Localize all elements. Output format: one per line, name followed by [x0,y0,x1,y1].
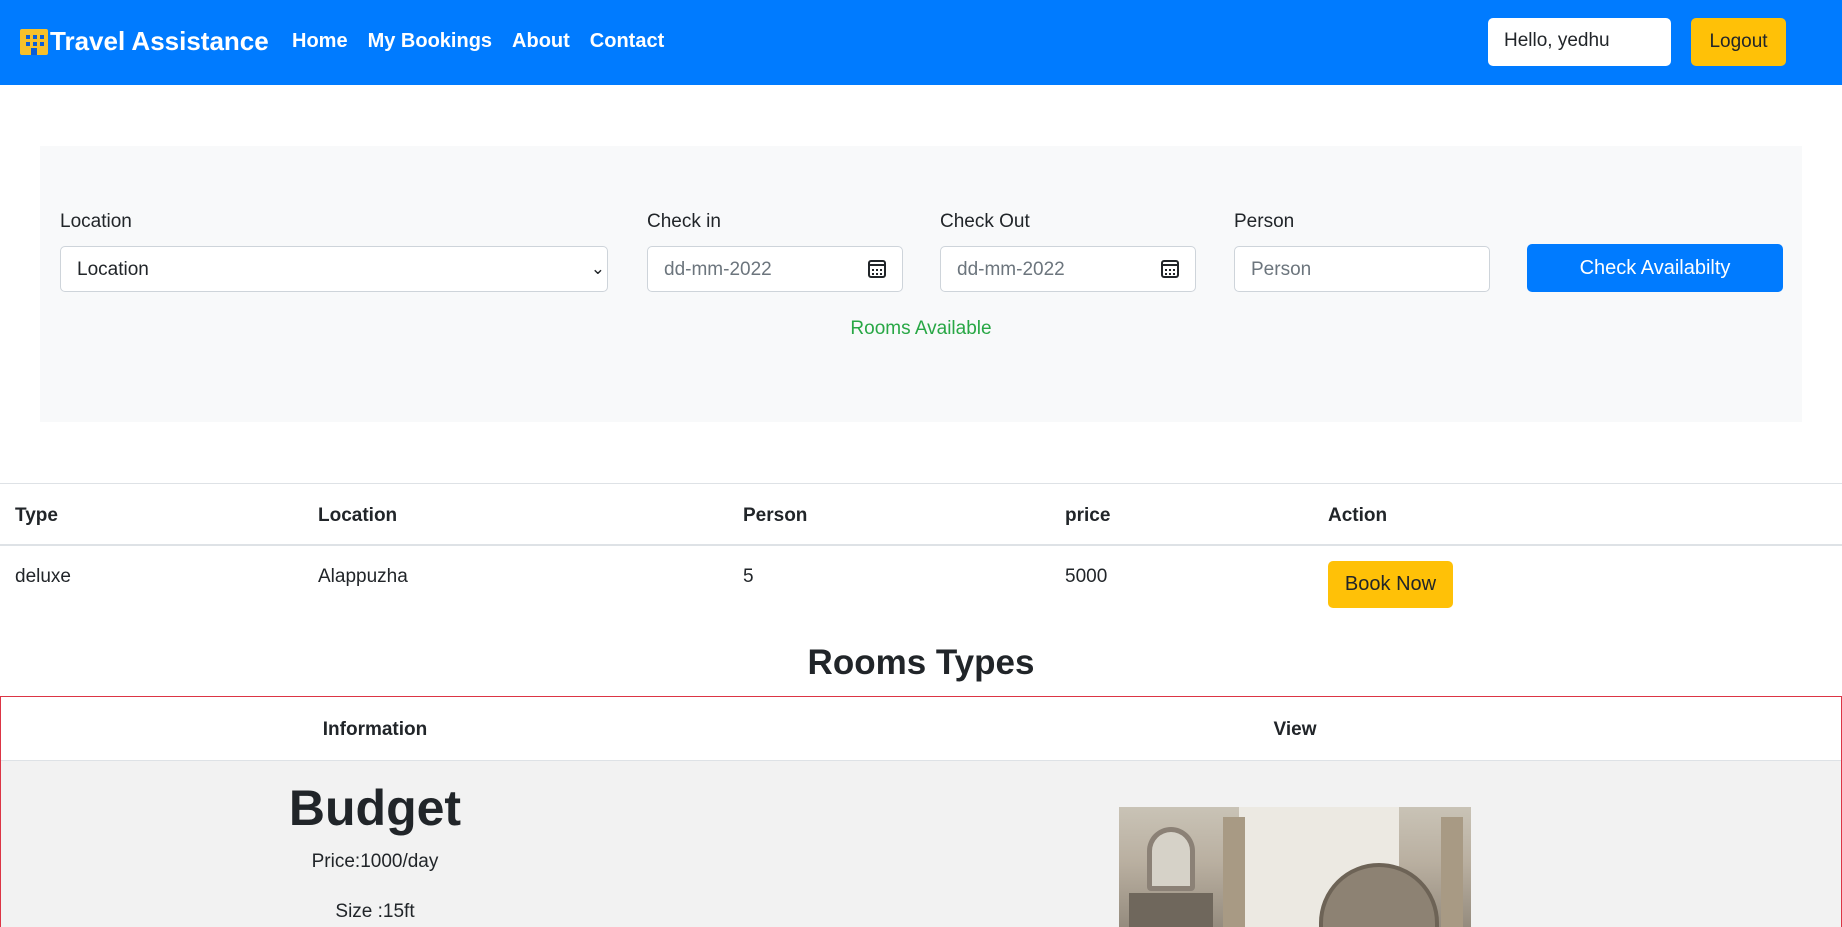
checkin-label: Check in [647,211,721,232]
nav-about[interactable]: About [512,30,570,53]
nav-contact[interactable]: Contact [590,30,664,53]
location-select-value: Location [77,259,149,280]
bedroom-photo [1119,807,1471,927]
room-types-title: Rooms Types [807,643,1035,682]
header-type: Type [15,505,58,526]
checkout-input[interactable]: dd-mm-2022 [940,246,1196,292]
checkin-value: dd-mm-2022 [664,259,772,280]
cell-person: 5 [743,566,754,587]
checkout-value: dd-mm-2022 [957,259,1065,280]
cell-price: 5000 [1065,566,1108,587]
header-person: Person [743,505,808,526]
cell-location: Alappuzha [318,566,408,587]
header-location: Location [318,505,398,526]
availability-message: Rooms Available [850,318,992,339]
checkin-input[interactable]: dd-mm-2022 [647,246,903,292]
header-information: Information [322,719,428,740]
calendar-icon[interactable] [868,260,886,278]
person-input[interactable]: Person [1234,246,1490,292]
room-types-table: Information View Budget Price:1000/day S… [0,696,1842,927]
room-type-price: Price:1000/day [311,851,439,872]
nav-home[interactable]: Home [292,30,348,53]
brand-name: Travel Assistance [50,26,269,56]
header-view: View [1273,719,1317,740]
location-label: Location [60,211,132,232]
check-availability-button[interactable]: Check Availabilty [1527,244,1783,292]
table-row: deluxe Alappuzha 5 5000 Book Now [0,546,1842,610]
nav-links: Home My Bookings About Contact [292,30,664,53]
checkout-label: Check Out [940,211,1030,232]
room-type-row: Budget Price:1000/day Size :15ft [1,761,1841,927]
book-now-button[interactable]: Book Now [1328,561,1453,608]
logout-button[interactable]: Logout [1691,18,1786,66]
cell-type: deluxe [15,566,71,587]
brand-link[interactable]: Travel Assistance [20,26,269,57]
header-price: price [1065,505,1111,526]
location-select[interactable]: Location ⌄ [60,246,608,292]
person-placeholder: Person [1251,259,1312,280]
chevron-down-icon: ⌄ [590,259,605,278]
header-action: Action [1328,505,1388,526]
calendar-icon[interactable] [1161,260,1179,278]
hotel-icon [20,28,48,55]
nav-my-bookings[interactable]: My Bookings [368,30,492,53]
room-type-size: Size :15ft [335,901,415,922]
navbar: Travel Assistance Home My Bookings About… [0,0,1842,85]
user-greeting: Hello, yedhu [1488,18,1671,66]
results-table-header: Type Location Person price Action [0,483,1842,546]
person-label: Person [1234,211,1295,232]
room-type-name: Budget [288,780,462,836]
room-types-header: Information View [1,697,1841,761]
